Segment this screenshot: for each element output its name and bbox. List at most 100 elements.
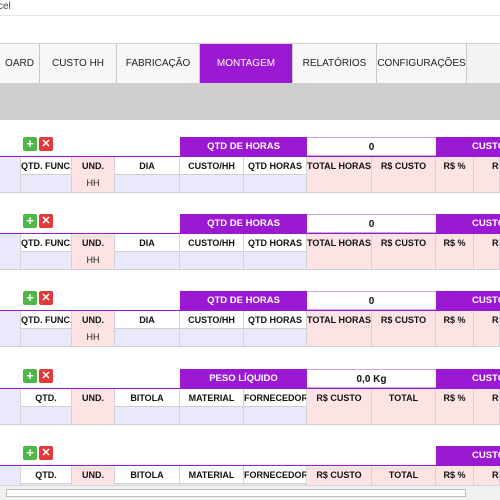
column-header: QTD HORAS bbox=[244, 234, 307, 252]
table-cell[interactable] bbox=[474, 329, 500, 346]
table-cell[interactable] bbox=[436, 175, 474, 192]
column-header: UND. bbox=[72, 311, 115, 329]
column-header: MATERIAL bbox=[180, 466, 244, 484]
column-header: R$ CUSTO bbox=[307, 466, 372, 484]
table-section: +✕ QTD DE HORAS0CUSTOQTD. FUNC.UND.DIACUS… bbox=[0, 214, 500, 270]
summary-label: QTD DE HORAS bbox=[180, 291, 307, 310]
column-header: TOTAL HORAS bbox=[307, 311, 372, 329]
table-cell[interactable] bbox=[307, 175, 372, 192]
column-header-row: QTD. FUNC. UND. DIA CUSTO/HH QTD HORAS TOTAL … bbox=[0, 156, 500, 175]
table-cell[interactable] bbox=[115, 407, 180, 424]
table-cell[interactable] bbox=[307, 407, 372, 424]
table-cell[interactable] bbox=[474, 175, 500, 192]
app-window: cel OARD CUSTO HH FABRICAÇÃO MONTAGEM RE… bbox=[0, 0, 500, 500]
table-cell[interactable] bbox=[21, 175, 72, 192]
table-cell[interactable] bbox=[372, 252, 436, 269]
table-cell[interactable] bbox=[0, 329, 21, 346]
summary-value: 0 bbox=[307, 214, 436, 233]
summary-value: 0 bbox=[307, 291, 436, 310]
column-header: R$ bbox=[474, 234, 500, 252]
table-cell[interactable] bbox=[244, 175, 307, 192]
column-header: QTD. FUNC. bbox=[21, 234, 72, 252]
table-cell[interactable] bbox=[307, 252, 372, 269]
table-cell[interactable] bbox=[244, 252, 307, 269]
tab-dashboard[interactable]: OARD bbox=[0, 44, 40, 83]
column-header: TOTAL HORAS bbox=[307, 157, 372, 175]
table-cell[interactable] bbox=[244, 407, 307, 424]
table-cell[interactable] bbox=[307, 329, 372, 346]
table-cell[interactable] bbox=[0, 407, 21, 424]
table-cell[interactable] bbox=[180, 329, 244, 346]
table-section: +✕QTD DE HORAS0CUSTOQTD. FUNC.UND.DIACUS… bbox=[0, 291, 500, 347]
table-cell[interactable] bbox=[372, 329, 436, 346]
summary-label: PESO LÍQUIDO bbox=[180, 369, 307, 388]
tab-custo-hh[interactable]: CUSTO HH bbox=[40, 44, 117, 83]
table-cell[interactable] bbox=[180, 407, 244, 424]
table-cell[interactable] bbox=[372, 407, 436, 424]
delete-row-icon[interactable]: ✕ bbox=[39, 446, 53, 460]
table-cell[interactable] bbox=[0, 175, 21, 192]
window-title: cel bbox=[0, 1, 11, 12]
table-cell[interactable] bbox=[180, 252, 244, 269]
column-header: DIA bbox=[115, 157, 180, 175]
add-row-icon[interactable]: + bbox=[23, 214, 37, 228]
table-cell[interactable]: HH bbox=[72, 175, 115, 192]
table-cell[interactable] bbox=[115, 252, 180, 269]
add-row-icon[interactable]: + bbox=[23, 446, 37, 460]
column-header: MATERIAL bbox=[180, 389, 244, 407]
table-section: +✕PESO LÍQUIDO0,0 KgCUSTOQTD.UND.BITOLAM… bbox=[0, 369, 500, 425]
tab-fabricacao[interactable]: FABRICAÇÃO bbox=[117, 44, 200, 83]
table-cell[interactable] bbox=[372, 175, 436, 192]
column-header: QTD. bbox=[21, 389, 72, 407]
horizontal-scrollbar[interactable] bbox=[0, 485, 500, 500]
column-header: R$ bbox=[474, 466, 500, 484]
summary-value: 0 bbox=[307, 137, 436, 156]
column-header: R$ CUSTO bbox=[372, 311, 436, 329]
delete-row-icon[interactable]: ✕ bbox=[39, 291, 53, 305]
table-cell[interactable] bbox=[474, 407, 500, 424]
delete-row-icon[interactable]: ✕ bbox=[39, 369, 53, 383]
table-cell[interactable] bbox=[21, 252, 72, 269]
table-cell[interactable] bbox=[436, 407, 474, 424]
table-cell[interactable] bbox=[72, 407, 115, 424]
column-header-row: QTD. FUNC. UND. DIA CUSTO/HH QTD HORAS TOTAL … bbox=[0, 233, 500, 252]
delete-row-icon[interactable]: ✕ bbox=[39, 137, 53, 151]
table-section: +✕QTD DE HORAS0CUSTOQTD. FUNC.UND.DIACUS… bbox=[0, 137, 500, 193]
tab-montagem[interactable]: MONTAGEM bbox=[200, 44, 293, 83]
column-header-row: QTD. UND. BITOLA MATERIAL FORNECEDOR R$ CUSTO… bbox=[0, 465, 500, 484]
add-row-icon[interactable]: + bbox=[23, 291, 37, 305]
column-header-row: QTD. UND. BITOLA MATERIAL FORNECEDOR R$ CUSTO… bbox=[0, 388, 500, 407]
table-cell[interactable] bbox=[436, 252, 474, 269]
add-row-icon[interactable]: + bbox=[23, 137, 37, 151]
summary-label: QTD DE HORAS bbox=[180, 214, 307, 233]
cost-header: CUSTO bbox=[436, 214, 500, 233]
table-cell[interactable] bbox=[180, 175, 244, 192]
table-cell[interactable] bbox=[21, 329, 72, 346]
table-cell[interactable] bbox=[474, 252, 500, 269]
table-cell[interactable]: HH bbox=[72, 329, 115, 346]
column-header bbox=[0, 466, 21, 484]
table-cell[interactable] bbox=[244, 329, 307, 346]
add-row-icon[interactable]: + bbox=[23, 369, 37, 383]
table-cell[interactable] bbox=[21, 407, 72, 424]
column-header: DIA bbox=[115, 311, 180, 329]
table-cell[interactable] bbox=[115, 329, 180, 346]
table-cell[interactable] bbox=[115, 175, 180, 192]
table-cell[interactable]: HH bbox=[72, 252, 115, 269]
column-header: DIA bbox=[115, 234, 180, 252]
column-header: R$ bbox=[474, 389, 500, 407]
column-header: FORNECEDOR bbox=[244, 466, 307, 484]
column-header: R$ % bbox=[436, 157, 474, 175]
tab-relatorios[interactable]: RELATÓRIOS bbox=[293, 44, 377, 83]
column-header-row: QTD. FUNC. UND. DIA CUSTO/HH QTD HORAS TOTAL … bbox=[0, 310, 500, 329]
delete-row-icon[interactable]: ✕ bbox=[39, 214, 53, 228]
table-cell[interactable] bbox=[0, 252, 21, 269]
tab-configuracoes[interactable]: CONFIGURAÇÕES bbox=[377, 44, 467, 83]
column-header: R$ bbox=[474, 157, 500, 175]
column-header: CUSTO/HH bbox=[180, 234, 244, 252]
table-cell[interactable] bbox=[436, 329, 474, 346]
column-header: UND. bbox=[72, 466, 115, 484]
scrollbar-thumb[interactable] bbox=[6, 489, 466, 497]
column-header: CUSTO/HH bbox=[180, 157, 244, 175]
column-header bbox=[0, 389, 21, 407]
